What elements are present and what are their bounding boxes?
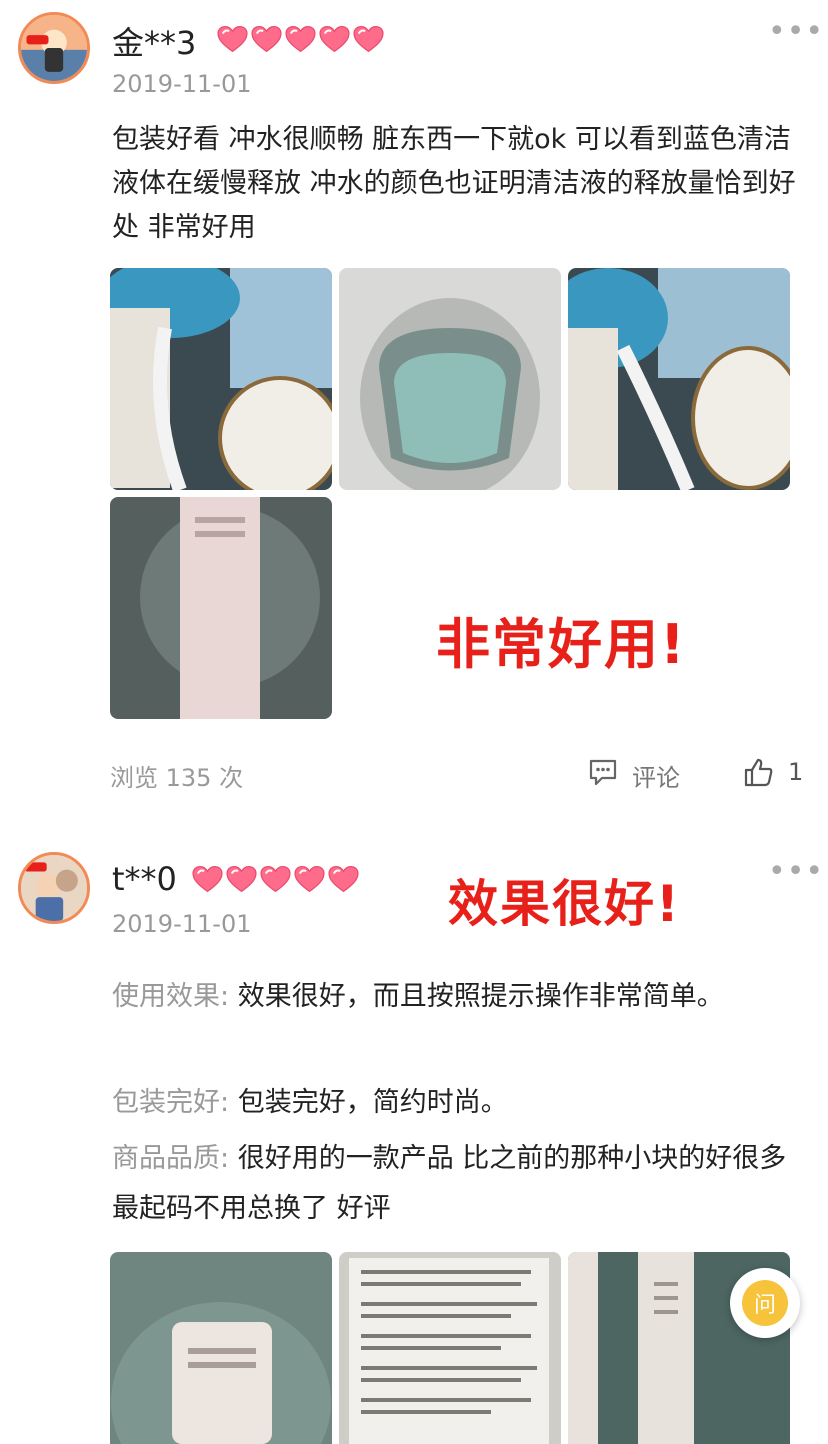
rating-hearts: [191, 864, 360, 894]
review-date: 2019-11-01: [112, 910, 252, 938]
review-photo[interactable]: [110, 268, 332, 490]
overlay-caption: 非常好用!: [436, 613, 687, 676]
review-text: 包装好看 冲水很顺畅 脏东西一下就ok 可以看到蓝色清洁液体在缓慢释放 冲水的颜…: [112, 124, 796, 243]
heart-icon: [319, 26, 350, 53]
review-photo[interactable]: [568, 268, 790, 490]
heart-icon: [353, 26, 384, 53]
username: 金**3: [112, 24, 197, 62]
review-photo[interactable]: [339, 268, 561, 490]
heart-icon: [251, 26, 282, 53]
field-label: 商品品质:: [112, 1143, 230, 1174]
heart-icon: [192, 866, 223, 893]
field-label: 包装完好:: [112, 1087, 230, 1118]
review-photo[interactable]: [110, 497, 332, 719]
heart-icon: [285, 26, 316, 53]
rating-hearts: [216, 24, 385, 54]
avatar[interactable]: [18, 852, 90, 924]
review-date: 2019-11-01: [112, 70, 252, 98]
heart-icon: [217, 26, 248, 53]
heart-icon: [328, 866, 359, 893]
view-count: 浏览 135 次: [110, 764, 244, 792]
avatar[interactable]: [18, 12, 90, 84]
review-field: 包装完好: 包装完好，简约时尚。: [112, 1078, 802, 1128]
field-value: 效果很好，而且按照提示操作非常简单。: [237, 981, 724, 1012]
field-label: 使用效果:: [112, 981, 230, 1012]
heart-icon: [260, 866, 291, 893]
review-field: 商品品质: 很好用的一款产品 比之前的那种小块的好很多 最起码不用总换了 好评: [112, 1134, 802, 1234]
more-icon[interactable]: •••: [768, 854, 824, 889]
review-photo[interactable]: [339, 1252, 561, 1444]
review-field: 使用效果: 效果很好，而且按照提示操作非常简单。: [112, 972, 802, 1022]
field-value: 包装完好，简约时尚。: [237, 1087, 508, 1118]
thumbs-up-icon[interactable]: [743, 756, 775, 788]
overlay-caption: 效果很好!: [448, 875, 681, 933]
more-icon[interactable]: •••: [768, 14, 824, 49]
ask-icon: 问: [742, 1280, 788, 1326]
comment-button[interactable]: 评论: [632, 758, 680, 793]
review-photo[interactable]: [110, 1252, 332, 1444]
like-count: 1: [788, 758, 804, 786]
heart-icon: [294, 866, 325, 893]
heart-icon: [226, 866, 257, 893]
ask-button[interactable]: 问: [730, 1268, 800, 1338]
comment-icon[interactable]: [588, 758, 618, 786]
username: t**0: [112, 860, 177, 898]
